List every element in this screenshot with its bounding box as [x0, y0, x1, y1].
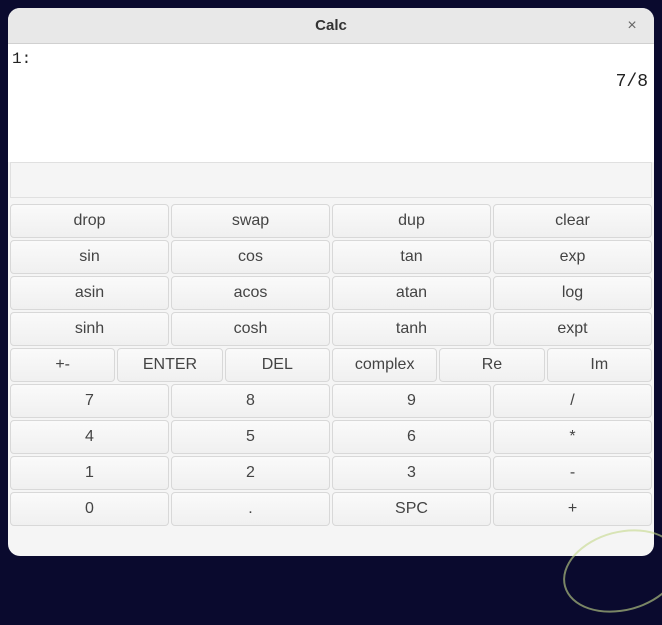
close-icon[interactable]: ×: [622, 16, 642, 36]
stack-label: 1:: [12, 50, 31, 68]
clear-button[interactable]: clear: [493, 204, 652, 238]
two-button[interactable]: 2: [171, 456, 330, 490]
row-inv-trig: asin acos atan log: [10, 276, 652, 310]
im-button[interactable]: Im: [547, 348, 652, 382]
tanh-button[interactable]: tanh: [332, 312, 491, 346]
cosh-button[interactable]: cosh: [171, 312, 330, 346]
keypad: drop swap dup clear sin cos tan exp asin…: [8, 202, 654, 528]
stack-value: 7/8: [616, 72, 648, 92]
asin-button[interactable]: asin: [10, 276, 169, 310]
exp-button[interactable]: exp: [493, 240, 652, 274]
complex-button[interactable]: complex: [332, 348, 437, 382]
sin-button[interactable]: sin: [10, 240, 169, 274]
zero-button[interactable]: 0: [10, 492, 169, 526]
five-button[interactable]: 5: [171, 420, 330, 454]
six-button[interactable]: 6: [332, 420, 491, 454]
input-field[interactable]: [10, 162, 652, 198]
re-button[interactable]: Re: [439, 348, 544, 382]
multiply-button[interactable]: *: [493, 420, 652, 454]
plusminus-button[interactable]: +-: [10, 348, 115, 382]
calc-display: 1: 7/8: [8, 44, 654, 162]
row-complex: +- ENTER DEL complex Re Im: [10, 348, 652, 382]
tan-button[interactable]: tan: [332, 240, 491, 274]
sinh-button[interactable]: sinh: [10, 312, 169, 346]
one-button[interactable]: 1: [10, 456, 169, 490]
row-456: 4 5 6 *: [10, 420, 652, 454]
expt-button[interactable]: expt: [493, 312, 652, 346]
divide-button[interactable]: /: [493, 384, 652, 418]
row-789: 7 8 9 /: [10, 384, 652, 418]
four-button[interactable]: 4: [10, 420, 169, 454]
row-123: 1 2 3 -: [10, 456, 652, 490]
row-0: 0 . SPC +: [10, 492, 652, 526]
row-hyp-trig: sinh cosh tanh expt: [10, 312, 652, 346]
three-button[interactable]: 3: [332, 456, 491, 490]
log-button[interactable]: log: [493, 276, 652, 310]
del-button[interactable]: DEL: [225, 348, 330, 382]
acos-button[interactable]: acos: [171, 276, 330, 310]
decimal-button[interactable]: .: [171, 492, 330, 526]
atan-button[interactable]: atan: [332, 276, 491, 310]
drop-button[interactable]: drop: [10, 204, 169, 238]
minus-button[interactable]: -: [493, 456, 652, 490]
cos-button[interactable]: cos: [171, 240, 330, 274]
seven-button[interactable]: 7: [10, 384, 169, 418]
row-stack-ops: drop swap dup clear: [10, 204, 652, 238]
swap-button[interactable]: swap: [171, 204, 330, 238]
spc-button[interactable]: SPC: [332, 492, 491, 526]
calc-window: Calc × 1: 7/8 drop swap dup clear sin co…: [8, 8, 654, 556]
titlebar: Calc ×: [8, 8, 654, 44]
eight-button[interactable]: 8: [171, 384, 330, 418]
plus-button[interactable]: +: [493, 492, 652, 526]
dup-button[interactable]: dup: [332, 204, 491, 238]
row-trig: sin cos tan exp: [10, 240, 652, 274]
window-title: Calc: [315, 17, 347, 34]
nine-button[interactable]: 9: [332, 384, 491, 418]
enter-button[interactable]: ENTER: [117, 348, 222, 382]
